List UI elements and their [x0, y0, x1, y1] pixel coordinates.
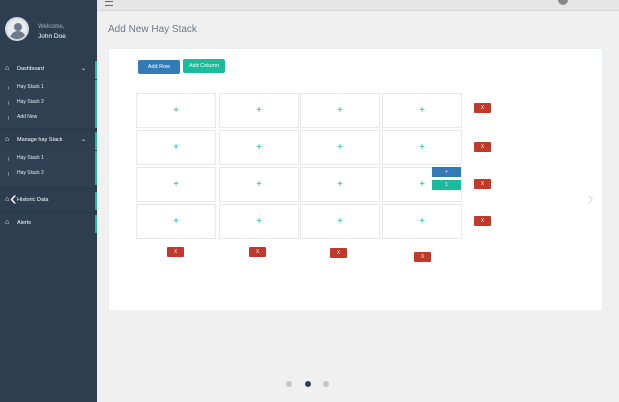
- sidebar-item-hay-stack-1[interactable]: Hay Stack 1: [0, 151, 95, 166]
- nav-alerts-label: Alerts: [17, 220, 32, 226]
- bullet-icon: [8, 172, 9, 176]
- home-icon: ⌂: [5, 136, 10, 143]
- carousel-dot[interactable]: [323, 381, 329, 387]
- nav-dashboard-label: Dashboard: [17, 66, 44, 72]
- home-icon: ⌂: [5, 196, 10, 203]
- chevron-down-icon: ⌄: [80, 66, 86, 72]
- grid-cell[interactable]: +: [300, 130, 380, 165]
- welcome-text: Welcome,: [38, 24, 65, 30]
- home-icon: ⌂: [5, 219, 10, 226]
- sidebar-item-label: Hay Stack 2: [17, 99, 44, 105]
- nav-alerts[interactable]: ⌂ Alerts: [0, 215, 97, 233]
- grid-cell[interactable]: +: [136, 93, 216, 128]
- profile-block: Welcome, John Doe: [0, 0, 97, 60]
- grid-cell[interactable]: +: [136, 204, 216, 239]
- divider: [0, 212, 97, 213]
- add-column-button[interactable]: Add Column: [183, 59, 225, 73]
- grid-cell[interactable]: +: [382, 93, 462, 128]
- avatar-body: [10, 31, 26, 39]
- delete-column-button[interactable]: X: [414, 252, 431, 262]
- stack-count-button[interactable]: 1: [432, 180, 461, 190]
- grid-cell[interactable]: +: [219, 93, 299, 128]
- add-stack-button[interactable]: +: [432, 167, 461, 177]
- delete-column-button[interactable]: X: [167, 247, 184, 257]
- sidebar-item-hay-stack-2[interactable]: Hay Stack 2: [0, 95, 95, 110]
- divider: [0, 129, 97, 130]
- grid-cell[interactable]: +: [300, 93, 380, 128]
- grid-cell[interactable]: +: [300, 167, 380, 202]
- bullet-icon: [8, 157, 9, 161]
- sidebar-item-hay-stack-1[interactable]: Hay Stack 1: [0, 80, 95, 95]
- carousel-dot[interactable]: [286, 381, 292, 387]
- nav-manage-hay-stack[interactable]: ⌂ Manage hay Stack ⌄: [0, 132, 97, 150]
- nav-manage-label: Manage hay Stack: [17, 137, 63, 143]
- grid-cell[interactable]: +: [136, 167, 216, 202]
- hay-stack-panel: Add Row Add Column + + + + X + + + + X +…: [108, 48, 603, 311]
- grid-cell[interactable]: +: [382, 130, 462, 165]
- grid-cell[interactable]: +: [219, 204, 299, 239]
- home-icon: ⌂: [5, 65, 10, 72]
- avatar-head: [14, 23, 22, 31]
- sidebar-item-add-new[interactable]: Add New: [0, 110, 95, 125]
- delete-row-button[interactable]: X: [474, 216, 491, 226]
- sidebar-item-label: Add New: [17, 114, 38, 120]
- sidebar-item-label: Hay Stack 1: [17, 155, 44, 161]
- delete-row-button[interactable]: X: [474, 103, 491, 113]
- chevron-down-icon: ⌄: [80, 137, 86, 143]
- manage-submenu: Hay Stack 1 Hay Stack 2: [0, 151, 97, 185]
- grid-cell[interactable]: +: [136, 130, 216, 165]
- avatar[interactable]: [558, 0, 568, 5]
- sidebar-item-label: Hay Stack 2: [17, 170, 44, 176]
- grid-cell[interactable]: +: [300, 204, 380, 239]
- delete-row-button[interactable]: X: [474, 179, 491, 189]
- delete-row-button[interactable]: X: [474, 142, 491, 152]
- carousel-dot-active[interactable]: [305, 381, 311, 387]
- grid-cell[interactable]: +: [219, 130, 299, 165]
- add-row-button[interactable]: Add Row: [138, 60, 180, 74]
- top-bar: [97, 0, 619, 11]
- sidebar-item-label: Hay Stack 1: [17, 84, 44, 90]
- avatar: [5, 17, 29, 41]
- delete-column-button[interactable]: X: [330, 248, 347, 258]
- bullet-icon: [8, 86, 9, 90]
- bullet-icon: [8, 101, 9, 105]
- grid-cell[interactable]: +: [382, 204, 462, 239]
- delete-column-button[interactable]: X: [249, 247, 266, 257]
- nav-historic-label: Historic Data: [17, 197, 49, 203]
- user-name: John Doe: [38, 33, 66, 40]
- menu-icon[interactable]: [105, 1, 113, 6]
- nav-dashboard[interactable]: ⌂ Dashboard ⌄: [0, 61, 97, 79]
- bullet-icon: [8, 116, 9, 120]
- sidebar-item-hay-stack-2[interactable]: Hay Stack 2: [0, 166, 95, 181]
- grid-cell[interactable]: +: [219, 167, 299, 202]
- page-title: Add New Hay Stack: [108, 24, 197, 35]
- dashboard-submenu: Hay Stack 1 Hay Stack 2 Add New: [0, 80, 97, 128]
- carousel-next-icon[interactable]: ›: [587, 188, 594, 211]
- carousel-prev-icon[interactable]: ‹: [10, 188, 17, 211]
